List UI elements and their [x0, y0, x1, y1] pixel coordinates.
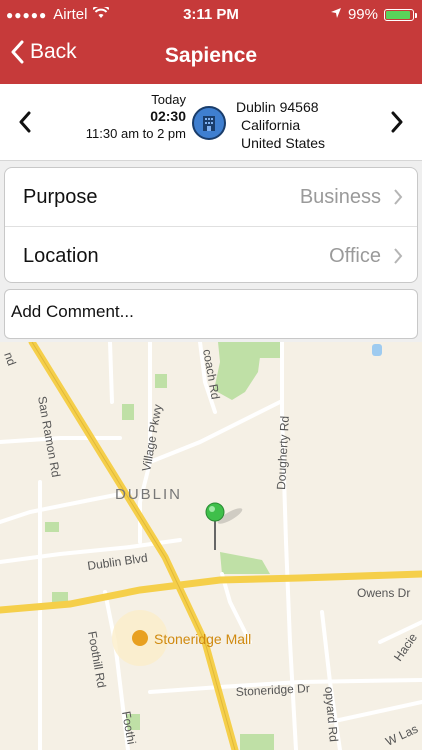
park-area — [220, 552, 270, 574]
street-label: nd — [1, 350, 19, 367]
street-label: W Las — [383, 722, 420, 749]
previous-visit-button[interactable] — [10, 106, 40, 138]
battery-icon — [384, 8, 417, 21]
park-area — [45, 522, 59, 532]
mall-icon — [132, 630, 148, 646]
visit-duration: 02:30 — [150, 108, 186, 124]
visit-time: Today 02:30 11:30 am to 2 pm — [60, 91, 186, 142]
location-arrow-icon — [330, 6, 342, 23]
location-value: Office — [329, 244, 381, 267]
mall-label: Stoneridge Mall — [154, 631, 251, 647]
visit-day: Today — [151, 92, 186, 107]
street-label: Stoneridge Dr — [235, 681, 310, 699]
visit-header: Today 02:30 11:30 am to 2 pm Dublin 9456… — [0, 84, 422, 161]
park-area — [52, 592, 68, 602]
visit-details-card: Purpose Business Location Office — [4, 167, 418, 283]
battery-percent: 99% — [347, 6, 378, 23]
park-area — [240, 734, 274, 750]
status-bar: ●●●●● Airtel 3:11 PM 99% — [0, 0, 422, 30]
page-title: Sapience — [164, 44, 258, 67]
address-line-3: United States — [241, 135, 326, 151]
building-icon — [192, 106, 226, 140]
purpose-label: Purpose — [23, 185, 98, 208]
road — [0, 490, 132, 524]
address-line-2: California — [241, 117, 301, 133]
street-label: Owens Dr — [357, 586, 410, 600]
location-row[interactable]: Location Office — [5, 227, 417, 285]
add-comment-field[interactable]: Add Comment... — [4, 289, 418, 339]
road — [108, 342, 114, 404]
park-area — [155, 374, 167, 388]
street-label: Foothill Rd — [85, 630, 109, 689]
battery-fill — [386, 10, 410, 19]
chevron-left-icon — [19, 111, 31, 133]
navigation-bar: Back Sapience — [0, 30, 422, 84]
purpose-row[interactable]: Purpose Business — [5, 168, 417, 226]
water-area — [372, 344, 382, 356]
road — [0, 436, 122, 444]
road — [328, 700, 422, 724]
street-label: Village Pkwy — [139, 403, 165, 472]
map-city-label: DUBLIN — [115, 486, 182, 503]
chevron-right-icon — [391, 111, 403, 133]
next-visit-button[interactable] — [382, 106, 412, 138]
street-label: Dublin Blvd — [86, 551, 148, 573]
chevron-right-icon — [394, 248, 403, 264]
visit-address: Dublin 94568 California United States — [236, 98, 325, 152]
street-label: Dougherty Rd — [274, 415, 292, 490]
street-label: opyard Rd — [322, 686, 341, 742]
park-area — [122, 404, 134, 420]
location-pin-icon — [205, 502, 243, 550]
location-label: Location — [23, 244, 99, 267]
chevron-right-icon — [394, 189, 403, 205]
address-line-1: Dublin 94568 — [236, 99, 319, 115]
map-view[interactable]: Stoneridge Mall DUBLIN San Ramon Rd Vill… — [0, 342, 422, 750]
visit-range: 11:30 am to 2 pm — [85, 126, 186, 141]
purpose-value: Business — [299, 185, 381, 208]
